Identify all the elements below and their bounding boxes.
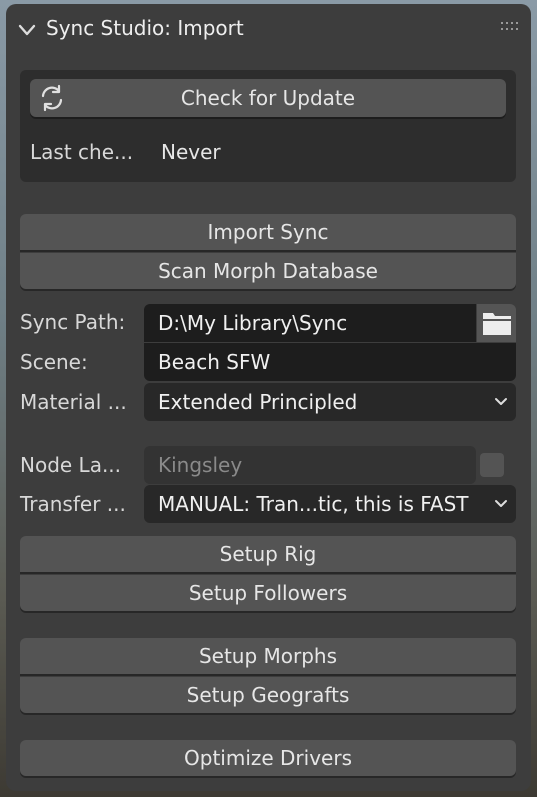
setup-geografts-label: Setup Geografts <box>186 683 350 707</box>
refresh-icon <box>41 84 63 112</box>
material-label: Material ... <box>20 390 127 414</box>
optimize-drivers-button[interactable]: Optimize Drivers <box>20 740 516 776</box>
update-box: Check for Update Last che... Never <box>20 70 516 180</box>
setup-rig-button[interactable]: Setup Rig <box>20 536 516 572</box>
folder-icon <box>483 313 511 335</box>
drag-grip-icon[interactable] <box>501 22 521 32</box>
sync-studio-import-panel: Sync Studio: Import Check for Update Las… <box>6 4 531 791</box>
transfer-label: Transfer ... <box>20 492 126 516</box>
chevron-down-icon[interactable] <box>18 24 36 36</box>
node-label-checkbox[interactable] <box>480 453 504 477</box>
sync-path-label: Sync Path: <box>20 310 126 334</box>
setup-followers-button[interactable]: Setup Followers <box>20 575 516 611</box>
check-for-update-button[interactable]: Check for Update <box>30 79 506 117</box>
import-sync-label: Import Sync <box>207 220 329 244</box>
scan-morph-database-label: Scan Morph Database <box>158 259 378 283</box>
import-sync-button[interactable]: Import Sync <box>20 214 516 250</box>
setup-morphs-label: Setup Morphs <box>198 644 338 668</box>
optimize-drivers-label: Optimize Drivers <box>184 746 352 770</box>
transfer-dropdown[interactable]: MANUAL: Tran...tic, this is FAST <box>144 485 516 523</box>
material-dropdown-value: Extended Principled <box>158 390 358 414</box>
setup-morphs-button[interactable]: Setup Morphs <box>20 638 516 674</box>
last-checked-label: Last che... <box>30 140 134 164</box>
material-dropdown[interactable]: Extended Principled <box>144 383 516 421</box>
scan-morph-database-button[interactable]: Scan Morph Database <box>20 253 516 289</box>
sync-path-field[interactable]: D:\My Library\Sync <box>144 304 476 342</box>
panel-header[interactable]: Sync Studio: Import <box>6 4 531 54</box>
scene-field[interactable]: Beach SFW <box>144 343 516 381</box>
last-checked-value: Never <box>161 140 221 164</box>
setup-followers-label: Setup Followers <box>188 581 348 605</box>
transfer-dropdown-value: MANUAL: Tran...tic, this is FAST <box>158 492 469 516</box>
panel-title: Sync Studio: Import <box>46 16 244 40</box>
browse-folder-button[interactable] <box>477 304 516 342</box>
node-label-field[interactable]: Kingsley <box>144 446 476 484</box>
setup-rig-label: Setup Rig <box>219 542 317 566</box>
check-for-update-label: Check for Update <box>180 86 356 110</box>
scene-label: Scene: <box>20 350 88 374</box>
setup-geografts-button[interactable]: Setup Geografts <box>20 677 516 713</box>
node-label-label: Node La... <box>20 453 122 477</box>
chevron-down-icon <box>495 398 507 405</box>
chevron-down-icon <box>495 500 507 507</box>
